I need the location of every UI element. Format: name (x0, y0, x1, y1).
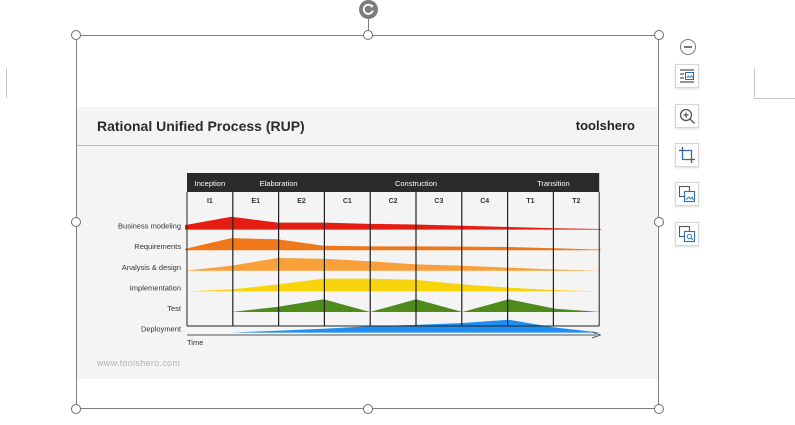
text-wrap-icon (680, 69, 694, 83)
resize-handle-bottom-left[interactable] (71, 404, 81, 414)
resize-handle-right[interactable] (654, 217, 664, 227)
crop-button[interactable] (675, 143, 699, 167)
resize-handle-top-right[interactable] (654, 30, 664, 40)
resize-handle-bottom[interactable] (363, 404, 373, 414)
layout-options-button[interactable] (675, 64, 699, 88)
resize-handle-left[interactable] (71, 217, 81, 227)
zoom-in-icon (679, 108, 695, 124)
replace-image-icon (678, 185, 696, 203)
alt-text-button[interactable] (675, 222, 699, 246)
alt-text-icon (678, 225, 696, 243)
resize-handle-top[interactable] (363, 30, 373, 40)
resize-handle-top-left[interactable] (71, 30, 81, 40)
zoom-button[interactable] (675, 104, 699, 128)
rotate-handle-icon[interactable] (359, 0, 378, 19)
replace-picture-button[interactable] (675, 182, 699, 206)
page-margin-mark-right (754, 68, 795, 99)
resize-handle-bottom-right[interactable] (654, 404, 664, 414)
minus-circle-icon[interactable] (680, 39, 696, 55)
picture-selection-frame (76, 35, 659, 409)
page-margin-mark-left (0, 68, 7, 98)
crop-icon (679, 147, 695, 163)
